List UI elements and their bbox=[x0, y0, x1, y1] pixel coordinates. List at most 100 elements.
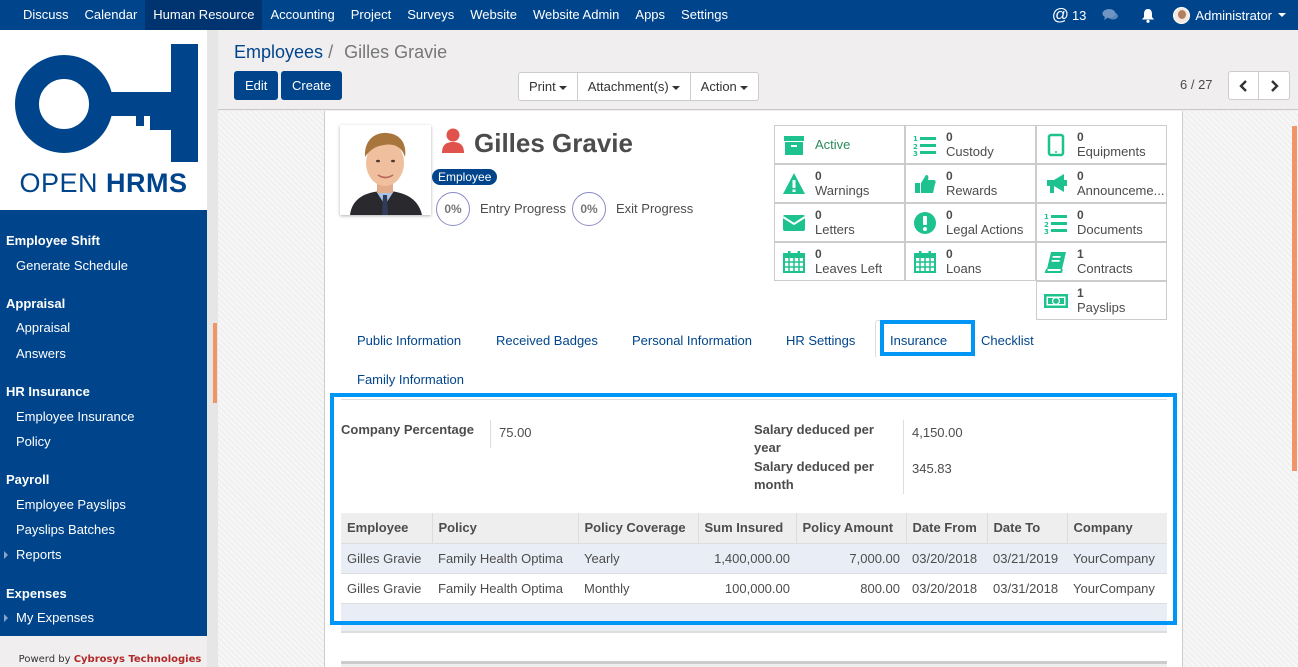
entry-progress-label: Entry Progress bbox=[480, 201, 566, 216]
sidebar-item-appraisal[interactable]: Appraisal bbox=[16, 320, 70, 335]
user-menu[interactable]: Administrator bbox=[1173, 6, 1286, 24]
content-scrollbar-thumb[interactable] bbox=[1292, 126, 1297, 471]
entry-progress-circle: 0% bbox=[436, 192, 470, 226]
pager-next-button[interactable] bbox=[1259, 72, 1289, 99]
open-hrms-logo[interactable]: OPEN HRMS bbox=[0, 30, 207, 210]
sidebar-section-employee-shift: Employee Shift bbox=[6, 233, 100, 248]
tab-personal-information[interactable]: Personal Information bbox=[632, 333, 752, 348]
smart-button-label: Warnings bbox=[815, 183, 870, 198]
menu-website[interactable]: Website bbox=[462, 0, 525, 30]
smart-button-rewards[interactable]: 0 Rewards bbox=[905, 164, 1036, 203]
smart-button-custody[interactable]: 1 2 3 0 Custody bbox=[905, 125, 1036, 164]
pager-value: 6 / 27 bbox=[1180, 77, 1213, 92]
sidebar-item-employee-insurance[interactable]: Employee Insurance bbox=[16, 409, 135, 424]
sidebar: OPEN HRMS Employee Shift Generate Schedu… bbox=[0, 30, 207, 667]
at-icon: @ bbox=[1051, 5, 1069, 24]
smart-button-count: 0 bbox=[1077, 208, 1084, 222]
employee-category-tag[interactable]: Employee bbox=[432, 169, 498, 185]
user-name: Administrator bbox=[1195, 7, 1272, 23]
sidebar-item-answers[interactable]: Answers bbox=[16, 346, 66, 361]
smart-button-label: Letters bbox=[815, 222, 855, 237]
menu-discuss[interactable]: Discuss bbox=[15, 0, 77, 30]
sidebar-item-payslips-batches[interactable]: Payslips Batches bbox=[16, 522, 115, 537]
smart-button-legal-actions[interactable]: 0 Legal Actions bbox=[905, 203, 1036, 242]
bullhorn-icon bbox=[1047, 174, 1067, 193]
smart-button-count: 1 bbox=[1077, 247, 1084, 261]
smart-button-letters[interactable]: 0 Letters bbox=[774, 203, 905, 242]
smart-button-label: Payslips bbox=[1077, 300, 1126, 315]
tablet-icon bbox=[1047, 133, 1065, 157]
menu-accounting[interactable]: Accounting bbox=[262, 0, 342, 30]
money-icon bbox=[1044, 294, 1068, 308]
envelope-icon bbox=[782, 215, 806, 231]
smart-button-label: Custody bbox=[946, 144, 994, 159]
sidebar-item-employee-payslips[interactable]: Employee Payslips bbox=[16, 497, 126, 512]
smart-button-count: 0 bbox=[1077, 169, 1084, 183]
sidebar-item-policy[interactable]: Policy bbox=[16, 434, 51, 449]
smart-button-documents[interactable]: 1 2 3 0 Documents bbox=[1036, 203, 1167, 242]
menu-website-admin[interactable]: Website Admin bbox=[525, 0, 627, 30]
smart-button-count: 0 bbox=[815, 208, 822, 222]
key-logo-icon bbox=[15, 44, 198, 162]
exit-progress-label: Exit Progress bbox=[616, 201, 694, 216]
attachments-dropdown[interactable]: Attachment(s) bbox=[578, 73, 691, 100]
print-dropdown[interactable]: Print bbox=[519, 73, 578, 100]
sidebar-section-payroll: Payroll bbox=[6, 472, 50, 487]
tab-received-badges[interactable]: Received Badges bbox=[496, 333, 598, 348]
action-dropdown[interactable]: Action bbox=[691, 73, 758, 100]
sidebar-item-generate-schedule[interactable]: Generate Schedule bbox=[16, 258, 128, 273]
breadcrumb-employees-link[interactable]: Employees bbox=[234, 42, 323, 62]
messages-button[interactable] bbox=[1102, 8, 1119, 22]
menu-apps[interactable]: Apps bbox=[627, 0, 673, 30]
breadcrumb-current: Gilles Gravie bbox=[344, 42, 448, 62]
smart-button-count: 0 bbox=[946, 169, 953, 183]
tab-family-information[interactable]: Family Information bbox=[357, 372, 464, 387]
sidebar-item-my-expenses[interactable]: My Expenses bbox=[4, 610, 94, 625]
smart-button-count: 0 bbox=[815, 247, 822, 261]
sidebar-actions: Print Attachment(s) Action bbox=[518, 72, 759, 101]
tab-hr-settings[interactable]: HR Settings bbox=[786, 333, 855, 348]
table-footer-divider bbox=[341, 631, 1167, 633]
smart-button-leaves-left[interactable]: 0 Leaves Left bbox=[774, 242, 905, 281]
powered-by-link[interactable]: Cybrosys Technologies bbox=[74, 654, 202, 665]
smart-button-label: Active bbox=[815, 137, 851, 152]
smart-button-loans[interactable]: 0 Loans bbox=[905, 242, 1036, 281]
edit-button[interactable]: Edit bbox=[234, 71, 279, 100]
ordered-list-icon: 123 bbox=[913, 135, 936, 157]
sidebar-item-reports[interactable]: Reports bbox=[4, 547, 62, 562]
menu-human-resource[interactable]: Human Resource bbox=[145, 0, 263, 30]
smart-button-count: 1 bbox=[1077, 286, 1084, 300]
menu-calendar[interactable]: Calendar bbox=[77, 0, 146, 30]
smart-button-payslips[interactable]: 1 Payslips bbox=[1036, 281, 1167, 320]
smart-button-equipments[interactable]: 0 Equipments bbox=[1036, 125, 1167, 164]
menu-project[interactable]: Project bbox=[343, 0, 399, 30]
chevron-right-icon bbox=[1271, 79, 1279, 92]
smart-button-active[interactable]: Active bbox=[774, 125, 905, 164]
employee-photo[interactable] bbox=[340, 125, 431, 215]
tab-public-information[interactable]: Public Information bbox=[357, 333, 461, 348]
smart-button-announceme[interactable]: 0 Announceme... bbox=[1036, 164, 1167, 203]
smart-button-warnings[interactable]: 0 Warnings bbox=[774, 164, 905, 203]
menu-settings[interactable]: Settings bbox=[673, 0, 736, 30]
archive-icon bbox=[784, 136, 804, 155]
pager-buttons bbox=[1228, 71, 1290, 100]
smart-button-count: 0 bbox=[1077, 130, 1084, 144]
sidebar-menu: Employee Shift Generate Schedule Apprais… bbox=[0, 210, 207, 636]
pager-previous-button[interactable] bbox=[1229, 72, 1259, 99]
sidebar-section-expenses: Expenses bbox=[6, 586, 67, 601]
smart-button-label: Equipments bbox=[1077, 144, 1146, 159]
menu-surveys[interactable]: Surveys bbox=[399, 0, 462, 30]
breadcrumb-separator: / bbox=[328, 42, 334, 62]
create-button[interactable]: Create bbox=[281, 71, 343, 100]
ordered-list-icon: 123 bbox=[1044, 213, 1067, 235]
mentions-button[interactable]: @ 13 bbox=[1052, 5, 1087, 25]
sidebar-section-hr-insurance: HR Insurance bbox=[6, 384, 90, 399]
sidebar-scrollbar-thumb[interactable] bbox=[213, 323, 217, 403]
smart-button-contracts[interactable]: 1 Contracts bbox=[1036, 242, 1167, 281]
control-panel: Employees / Gilles Gravie Edit Create Pr… bbox=[218, 30, 1298, 110]
content-scrollbar[interactable] bbox=[1287, 112, 1298, 667]
tab-checklist[interactable]: Checklist bbox=[981, 333, 1034, 348]
top-navbar: Discuss Calendar Human Resource Accounti… bbox=[0, 0, 1298, 30]
employee-name: Gilles Gravie bbox=[474, 128, 633, 158]
notifications-button[interactable] bbox=[1141, 8, 1155, 23]
